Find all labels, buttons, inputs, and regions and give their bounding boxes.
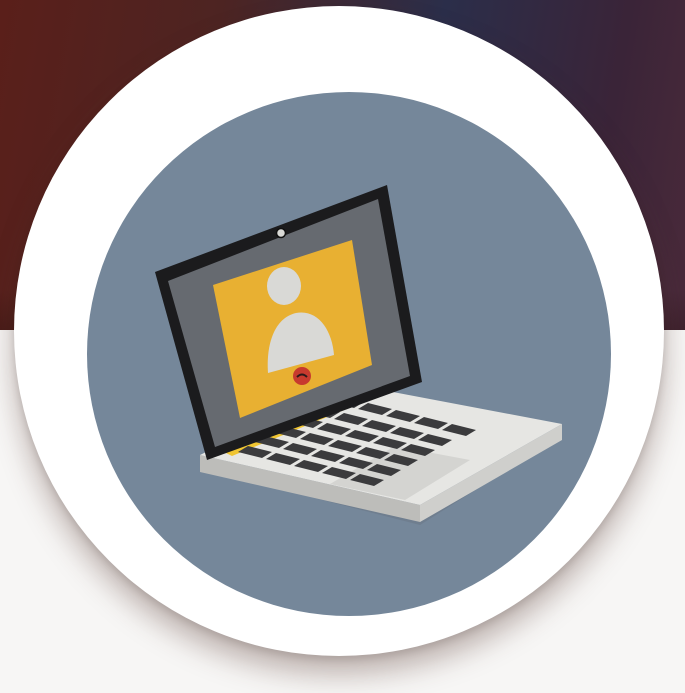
webcam-icon [275, 227, 287, 239]
user-avatar-icon [267, 267, 301, 305]
page [0, 0, 685, 693]
laptop-illustration [155, 185, 562, 525]
end-call-icon [293, 367, 311, 385]
laptop-icon [155, 185, 562, 525]
